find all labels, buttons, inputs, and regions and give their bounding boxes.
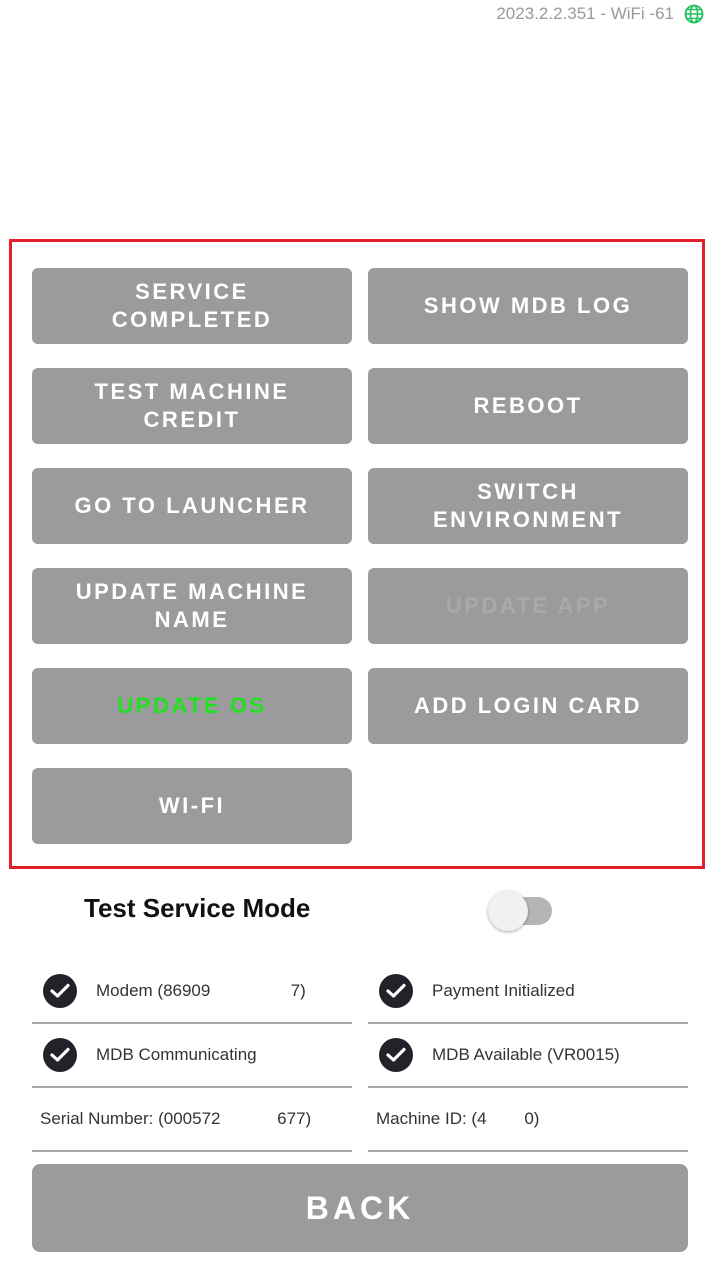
status-bar: 2023.2.2.351 - WiFi -61 (496, 0, 720, 28)
update-app-button[interactable]: UPDATE APP (368, 568, 688, 644)
show-mdb-log-button[interactable]: SHOW MDB LOG (368, 268, 688, 344)
globe-icon (684, 4, 704, 24)
version-wifi-text: 2023.2.2.351 - WiFi -61 (496, 4, 674, 23)
test-service-mode-toggle[interactable] (488, 891, 554, 931)
back-button[interactable]: BACK (32, 1164, 688, 1252)
serial-number-row: Serial Number: (000572 677) (32, 1088, 352, 1152)
reboot-button[interactable]: REBOOT (368, 368, 688, 444)
add-login-card-button[interactable]: ADD LOGIN CARD (368, 668, 688, 744)
check-icon (43, 974, 77, 1008)
mdb-communicating-text: MDB Communicating (96, 1045, 257, 1064)
payment-status: Payment Initialized (368, 960, 688, 1024)
test-machine-credit-button[interactable]: TEST MACHINE CREDIT (32, 368, 352, 444)
service-completed-button[interactable]: SERVICE COMPLETED (32, 268, 352, 344)
toggle-knob (488, 891, 528, 931)
update-os-button[interactable]: UPDATE OS (32, 668, 352, 744)
machine-id-row: Machine ID: (4 0) (368, 1088, 688, 1152)
serial-number-text: Serial Number: (000572 677) (40, 1109, 312, 1128)
mdb-communicating-status: MDB Communicating (32, 1024, 352, 1088)
mdb-available-status: MDB Available (VR0015) (368, 1024, 688, 1088)
machine-id-text: Machine ID: (4 0) (376, 1109, 540, 1128)
check-icon (379, 1038, 413, 1072)
modem-status-text: Modem (86909 7) (96, 981, 306, 1000)
switch-environment-button[interactable]: SWITCH ENVIRONMENT (368, 468, 688, 544)
test-service-mode-label: Test Service Mode (84, 893, 311, 923)
payment-status-text: Payment Initialized (432, 981, 575, 1000)
update-machine-name-button[interactable]: UPDATE MACHINE NAME (32, 568, 352, 644)
go-to-launcher-button[interactable]: GO TO LAUNCHER (32, 468, 352, 544)
mdb-available-text: MDB Available (VR0015) (432, 1045, 620, 1064)
check-icon (43, 1038, 77, 1072)
check-icon (379, 974, 413, 1008)
modem-status: Modem (86909 7) (32, 960, 352, 1024)
wifi-button[interactable]: WI-FI (32, 768, 352, 844)
